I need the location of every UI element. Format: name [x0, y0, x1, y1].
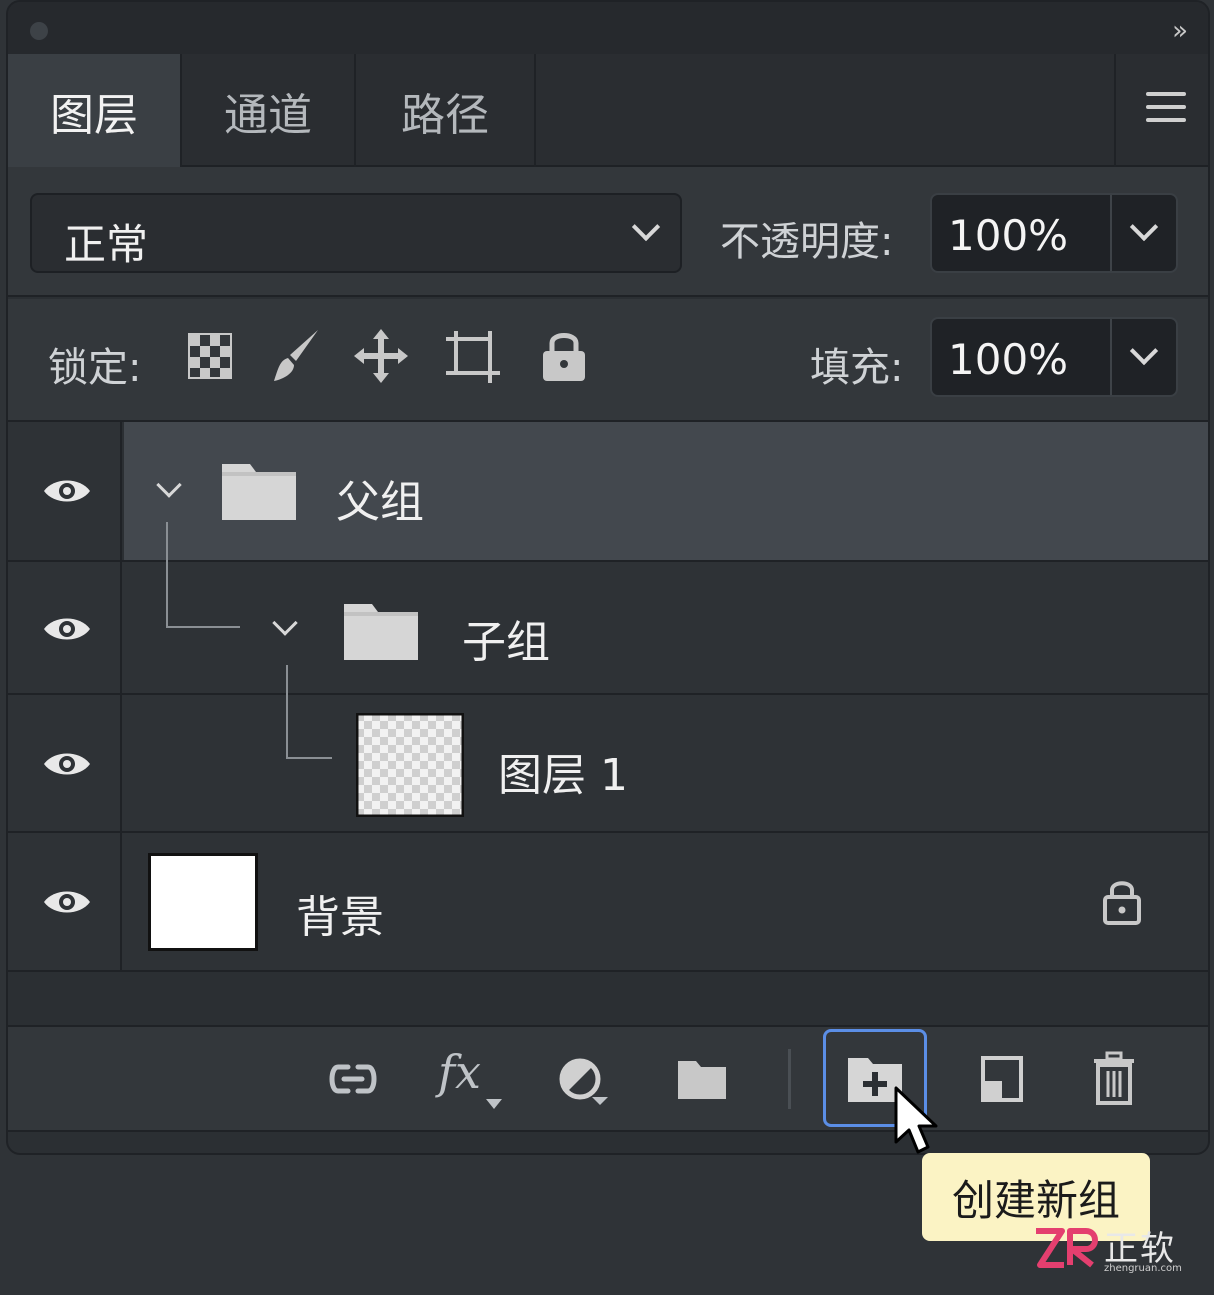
folder-icon — [344, 604, 418, 660]
tab-layers[interactable]: 图层 — [8, 54, 182, 167]
tree-connector — [166, 522, 240, 628]
lock-fill-row: 锁定: 填充: 100% — [8, 299, 1208, 422]
trash-icon[interactable] — [1092, 1051, 1136, 1105]
tab-paths[interactable]: 路径 — [356, 54, 536, 167]
eye-icon[interactable] — [42, 476, 92, 506]
panel-menu-icon[interactable] — [1146, 92, 1186, 124]
eye-icon[interactable] — [42, 887, 92, 917]
white-thumbnail — [148, 853, 258, 951]
blend-mode-value: 正常 — [64, 220, 149, 269]
blend-mode-select[interactable]: 正常 — [30, 193, 682, 273]
lock-transparent-pixels-icon[interactable] — [188, 332, 232, 380]
layer-name: 父组 — [336, 477, 424, 528]
chevron-down-icon[interactable] — [1129, 212, 1159, 242]
layer-name: 图层 1 — [498, 750, 628, 801]
lock-all-icon[interactable] — [540, 327, 588, 383]
layers-list: 父组 子组 图层 1 背景 — [8, 422, 1208, 972]
blend-opacity-row: 正常 不透明度: 100% — [8, 167, 1208, 297]
visibility-column — [8, 695, 122, 831]
folder-icon — [222, 464, 296, 520]
visibility-column — [8, 833, 122, 970]
chevron-down-icon[interactable] — [1129, 336, 1159, 366]
transparent-thumbnail — [356, 713, 464, 817]
opacity-label: 不透明度: — [720, 219, 894, 265]
toolbar-separator — [788, 1049, 791, 1109]
lock-artboard-icon[interactable] — [444, 329, 502, 385]
layer-body[interactable]: 图层 1 — [124, 665, 1208, 831]
expand-chevron-icon[interactable] — [272, 610, 298, 636]
panel-tabbar: 图层 通道 路径 — [8, 54, 1208, 167]
adjustment-layer-icon[interactable] — [558, 1057, 608, 1105]
eye-icon[interactable] — [42, 749, 92, 779]
fill-value: 100% — [948, 335, 1069, 384]
watermark-zr-icon — [1036, 1228, 1098, 1268]
watermark-subtext: zhengruan.com — [1104, 1263, 1182, 1274]
lock-position-icon[interactable] — [353, 327, 409, 385]
panel-footer-toolbar: fx — [8, 1027, 1208, 1132]
tree-connector — [286, 665, 332, 759]
fx-icon[interactable]: fx — [438, 1045, 481, 1099]
layer-row-child-group[interactable]: 子组 — [8, 522, 1208, 695]
layer-name: 子组 — [462, 617, 550, 668]
fx-dropdown-icon — [486, 1099, 502, 1109]
visibility-column — [8, 422, 122, 560]
layer-body[interactable]: 背景 — [124, 833, 1208, 970]
watermark-logo: 正软 zhengruan.com — [1032, 1221, 1198, 1277]
layer-row-background[interactable]: 背景 — [8, 833, 1208, 972]
collapse-panel-icon[interactable]: » — [1172, 16, 1188, 46]
layer-name: 背景 — [296, 892, 384, 943]
folder-icon[interactable] — [676, 1057, 728, 1101]
close-dot[interactable] — [30, 22, 48, 40]
lock-label: 锁定: — [48, 345, 142, 391]
link-layers-icon[interactable] — [326, 1059, 380, 1099]
tab-empty — [536, 54, 1116, 167]
opacity-field[interactable]: 100% — [930, 193, 1178, 273]
fill-field[interactable]: 100% — [930, 317, 1178, 397]
layer-row-layer-1[interactable]: 图层 1 — [8, 665, 1208, 833]
new-layer-icon[interactable] — [980, 1055, 1024, 1103]
empty-layer-area — [8, 972, 1208, 1027]
opacity-value: 100% — [948, 211, 1069, 260]
visibility-column — [8, 562, 122, 693]
mouse-cursor-icon — [894, 1086, 938, 1154]
layer-lock-icon[interactable] — [1102, 877, 1142, 925]
fill-label: 填充: — [810, 345, 904, 391]
expand-chevron-icon[interactable] — [156, 472, 182, 498]
layer-body[interactable]: 父组 — [124, 422, 1208, 560]
panel-titlebar[interactable]: » — [8, 2, 1208, 54]
eye-icon[interactable] — [42, 614, 92, 644]
layers-panel: » 图层 通道 路径 正常 不透明度: 100% 锁定: 填充: 100% 父组… — [6, 0, 1210, 1155]
chevron-down-icon — [631, 212, 661, 242]
tab-channels[interactable]: 通道 — [182, 54, 356, 167]
lock-image-pixels-icon[interactable] — [270, 327, 322, 385]
